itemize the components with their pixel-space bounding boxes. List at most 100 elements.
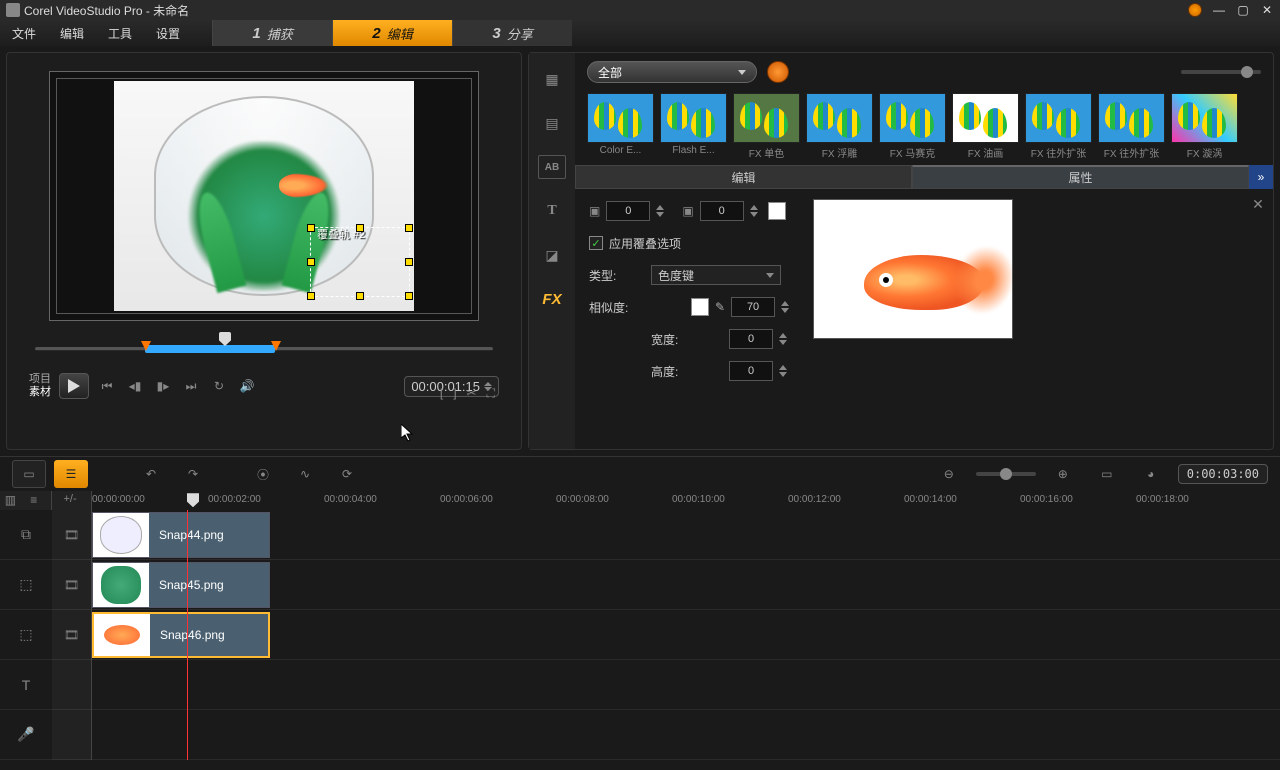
key-color-swatch[interactable] xyxy=(691,298,709,316)
effect-thumb[interactable]: FX 往外扩张 xyxy=(1025,93,1092,163)
expand-panel-button[interactable]: » xyxy=(1249,165,1273,189)
next-frame-button[interactable]: ▮▸ xyxy=(153,376,173,396)
zoom-out-button[interactable]: ⊖ xyxy=(932,460,966,488)
goto-end-button[interactable]: ⏭ xyxy=(181,376,201,396)
effect-thumb[interactable]: FX 往外扩张 xyxy=(1098,93,1165,163)
filters-tab-icon[interactable]: ◪ xyxy=(538,243,566,267)
timeline-ruler[interactable]: 00:00:00:0000:00:02:0000:00:04:0000:00:0… xyxy=(92,491,1280,510)
timecode-up[interactable] xyxy=(484,382,492,386)
overlay-track-icon[interactable]: 🎞 xyxy=(52,560,91,610)
undo-button[interactable]: ↶ xyxy=(134,460,168,488)
fit-project-button[interactable]: ▭ xyxy=(1090,460,1124,488)
expand-icon[interactable]: ⛶ xyxy=(487,386,495,401)
spin-down[interactable] xyxy=(779,372,787,377)
effect-thumb[interactable]: Flash E... xyxy=(660,93,727,163)
offset-x-input[interactable] xyxy=(606,201,650,221)
prev-frame-button[interactable]: ◂▮ xyxy=(125,376,145,396)
trim-out[interactable] xyxy=(271,341,281,351)
zoom-in-button[interactable]: ⊕ xyxy=(1046,460,1080,488)
repeat-button[interactable]: ↻ xyxy=(209,376,229,396)
mark-out-icon[interactable]: ] xyxy=(453,386,456,401)
color-swatch[interactable] xyxy=(768,202,786,220)
step-share[interactable]: 3 分享 xyxy=(452,20,572,46)
voice-track-header[interactable] xyxy=(52,710,91,760)
spin-up[interactable] xyxy=(656,205,664,210)
step-capture[interactable]: 1 捕获 xyxy=(212,20,332,46)
audio-track-icon[interactable]: 🎤 xyxy=(0,710,52,760)
audio-mixer-button[interactable]: ∿ xyxy=(288,460,322,488)
redo-button[interactable]: ↷ xyxy=(176,460,210,488)
mode-project[interactable]: 项目 xyxy=(29,373,51,386)
spin-up[interactable] xyxy=(779,333,787,338)
spin-down[interactable] xyxy=(750,212,758,217)
timeline-tracks[interactable]: Snap44.png Snap45.png Snap46.png xyxy=(92,510,1280,760)
spin-down[interactable] xyxy=(779,340,787,345)
project-timecode[interactable]: 0:00:03:00 xyxy=(1178,464,1268,484)
apply-overlay-checkbox[interactable]: ✓ xyxy=(589,236,603,250)
lock-icon[interactable]: ▣ xyxy=(589,204,600,218)
scrub-bar[interactable] xyxy=(35,337,493,367)
title-track-header[interactable] xyxy=(52,660,91,710)
overlay-track-2[interactable]: Snap46.png xyxy=(92,610,1280,660)
color-wheel-button[interactable] xyxy=(767,61,789,83)
effect-thumb[interactable]: FX 单色 xyxy=(733,93,800,163)
graphics-tab-icon[interactable]: T xyxy=(538,199,566,223)
close-button[interactable]: ✕ xyxy=(1260,3,1274,17)
menu-settings[interactable]: 设置 xyxy=(144,20,192,46)
overlay-track-1[interactable]: Snap45.png xyxy=(92,560,1280,610)
clip-snap46[interactable]: Snap46.png xyxy=(92,612,270,658)
preview-canvas[interactable]: 覆叠轨 #2 xyxy=(49,71,479,321)
fx-tab-icon[interactable]: FX xyxy=(538,287,566,311)
overlay-track-icon[interactable]: 🎞 xyxy=(52,610,91,660)
tab-properties[interactable]: 属性 xyxy=(912,165,1249,189)
type-dropdown[interactable]: 色度键 xyxy=(651,265,781,285)
menu-tools[interactable]: 工具 xyxy=(96,20,144,46)
add-cue-icon[interactable]: +/- xyxy=(64,493,80,509)
clip-snap44[interactable]: Snap44.png xyxy=(92,512,270,558)
maximize-button[interactable]: ▢ xyxy=(1236,3,1250,17)
eyedropper-icon[interactable]: ✎ xyxy=(715,300,725,314)
titles-tab-icon[interactable]: AB xyxy=(538,155,566,179)
offset-y-input[interactable] xyxy=(700,201,744,221)
goto-start-button[interactable]: ⏮ xyxy=(97,376,117,396)
category-dropdown[interactable]: 全部 xyxy=(587,61,757,83)
track-tool-icon[interactable]: ⬚ xyxy=(0,560,52,610)
batch-convert-button[interactable]: ⟳ xyxy=(330,460,364,488)
effect-thumb[interactable]: Color E... xyxy=(587,93,654,163)
similarity-input[interactable] xyxy=(731,297,775,317)
link-icon[interactable]: ▣ xyxy=(682,204,693,218)
cut-icon[interactable]: ✂ xyxy=(467,386,477,401)
effect-thumb[interactable]: FX 油画 xyxy=(952,93,1019,163)
trim-in[interactable] xyxy=(141,341,151,351)
menu-edit[interactable]: 编辑 xyxy=(48,20,96,46)
title-track-icon[interactable]: T xyxy=(0,660,52,710)
clip-snap45[interactable]: Snap45.png xyxy=(92,562,270,608)
record-button[interactable]: ⦿ xyxy=(246,460,280,488)
voice-track[interactable] xyxy=(92,710,1280,760)
project-duration-icon[interactable]: ◕ xyxy=(1134,460,1168,488)
timeline-view-button[interactable]: ☰ xyxy=(54,460,88,488)
track-tool-icon[interactable]: ⬚ xyxy=(0,610,52,660)
effect-thumb[interactable]: FX 浮雕 xyxy=(806,93,873,163)
transitions-tab-icon[interactable]: ▤ xyxy=(538,111,566,135)
timeline-zoom-slider[interactable] xyxy=(976,472,1036,476)
ruler-tool-1-icon[interactable]: ▥ xyxy=(5,493,21,509)
spin-up[interactable] xyxy=(750,205,758,210)
menu-file[interactable]: 文件 xyxy=(0,20,48,46)
minimize-button[interactable]: — xyxy=(1212,3,1226,17)
track-tool-icon[interactable]: ⧉ xyxy=(0,510,52,560)
playhead[interactable] xyxy=(187,510,188,760)
step-edit[interactable]: 2 编辑 xyxy=(332,20,452,46)
spin-up[interactable] xyxy=(779,365,787,370)
spin-up[interactable] xyxy=(781,301,789,306)
spin-down[interactable] xyxy=(656,212,664,217)
thumb-zoom-slider[interactable] xyxy=(1181,70,1261,74)
ruler-tool-2-icon[interactable]: ≡ xyxy=(30,493,46,509)
height-input[interactable] xyxy=(729,361,773,381)
effect-thumb[interactable]: FX 马赛克 xyxy=(879,93,946,163)
tab-edit[interactable]: 编辑 xyxy=(575,165,912,189)
trim-range[interactable] xyxy=(145,345,275,353)
spin-down[interactable] xyxy=(781,308,789,313)
video-track[interactable]: Snap44.png xyxy=(92,510,1280,560)
overlay-selection[interactable]: 覆叠轨 #2 xyxy=(310,227,410,297)
